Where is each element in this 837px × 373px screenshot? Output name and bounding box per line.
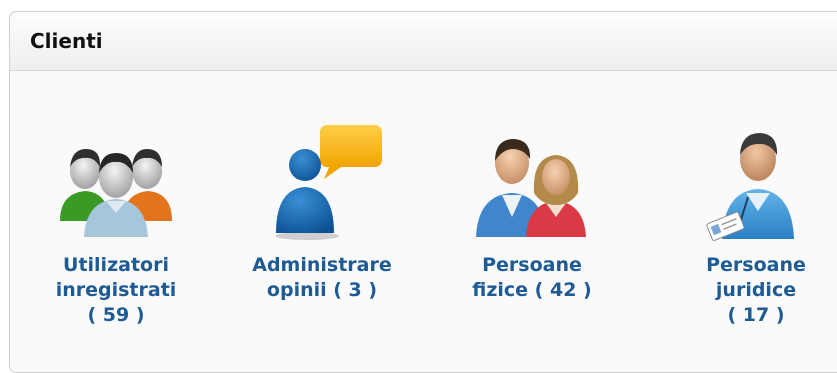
tile-individuals[interactable]: Persoane fizice ( 42 ) (432, 113, 632, 303)
panel-title: Clienti (30, 29, 103, 53)
tile-label: Utilizatori inregistrati ( 59 ) (55, 254, 177, 326)
tile-label: Administrare opinii ( 3 ) (252, 254, 392, 301)
users-group-icon (60, 149, 172, 237)
clients-panel: Clienti Utilizatori inregistrati (59) … (9, 11, 837, 373)
couple-icon (476, 139, 586, 237)
tile-manage-opinions[interactable]: Administrare opinii ( 3 ) (222, 113, 422, 303)
tile-registered-users[interactable]: Utilizatori inregistrati ( 59 ) (16, 113, 216, 328)
panel-header: Clienti (10, 12, 837, 71)
tiles-container: Utilizatori inregistrati ( 59 ) Administ… (10, 71, 837, 371)
tile-label: Persoane fizice ( 42 ) (472, 254, 592, 301)
user-badge-icon (706, 133, 794, 241)
tile-label: Persoane juridice ( 17 ) (706, 254, 806, 326)
tile-legal-entities[interactable]: Persoane juridice ( 17 ) (656, 113, 837, 328)
user-speech-icon (275, 125, 382, 240)
